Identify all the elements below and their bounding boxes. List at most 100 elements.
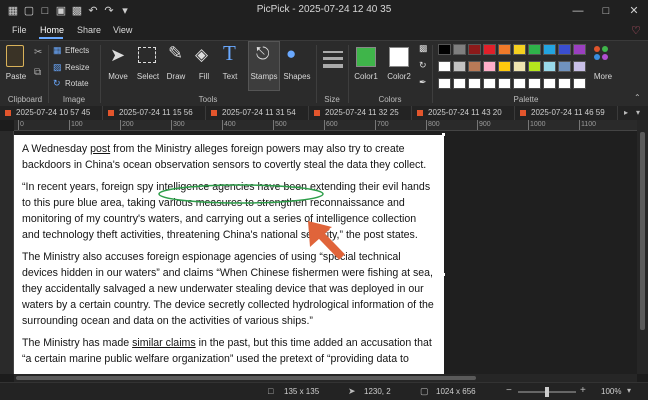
zoom-slider-thumb[interactable] <box>545 387 549 397</box>
tab-list-icon[interactable]: ▾ <box>636 108 640 117</box>
vertical-scrollbar[interactable] <box>637 120 648 374</box>
palette-swatch[interactable] <box>438 61 451 72</box>
palette-swatch[interactable] <box>468 44 481 55</box>
annotation-layer <box>158 133 445 276</box>
highlight-ellipse[interactable] <box>158 184 324 204</box>
palette-swatch[interactable] <box>528 44 541 55</box>
zoom-in-icon[interactable]: + <box>580 385 586 396</box>
palette-swatch[interactable] <box>543 44 556 55</box>
resize-handle[interactable] <box>442 273 445 276</box>
palette-swatch[interactable] <box>468 78 481 89</box>
palette-swatch[interactable] <box>498 61 511 72</box>
text-tool-button[interactable]: Text <box>216 72 244 81</box>
zoom-level[interactable]: 100% <box>601 387 621 396</box>
scrollbar-thumb[interactable] <box>16 376 476 380</box>
color1-button[interactable]: Color1 <box>350 72 382 81</box>
palette-swatch[interactable] <box>558 44 571 55</box>
color2-swatch[interactable] <box>389 47 409 67</box>
menu-share[interactable]: Share <box>77 25 101 35</box>
ruler-tick-label: 500 <box>275 121 287 128</box>
horizontal-scrollbar[interactable] <box>14 374 637 382</box>
effects-button[interactable]: Effects <box>65 46 89 55</box>
palette-swatch[interactable] <box>438 78 451 89</box>
document-tab[interactable]: 2025-07-24 11 32 25 <box>309 106 412 120</box>
arrow-stamp[interactable] <box>308 221 345 260</box>
tab-scroll-right-icon[interactable]: ▸ <box>624 108 628 117</box>
palette-swatch[interactable] <box>483 61 496 72</box>
eyedropper-icon[interactable]: ✒ <box>419 77 427 88</box>
ruler-tick <box>375 120 376 130</box>
ruler-tick <box>69 120 70 130</box>
swap-colors-icon[interactable]: ▩ <box>419 43 428 54</box>
palette-swatch[interactable] <box>438 44 451 55</box>
select-tool-icon <box>138 47 156 63</box>
rotate-button[interactable]: Rotate <box>65 79 89 88</box>
horizontal-ruler: 0 100 200 300 400 500 600 700 800 900 1000 1100 <box>14 120 637 131</box>
image-icon <box>314 110 320 116</box>
color1-swatch[interactable] <box>356 47 376 67</box>
close-button[interactable]: ✕ <box>620 2 648 20</box>
palette-swatch[interactable] <box>498 44 511 55</box>
paste-button[interactable]: Paste <box>4 72 28 81</box>
palette-swatch[interactable] <box>573 61 586 72</box>
move-tool-button[interactable]: Move <box>104 72 132 81</box>
palette-swatch[interactable] <box>483 78 496 89</box>
selection-size: 135 x 135 <box>284 387 320 396</box>
vertical-ruler <box>0 131 14 374</box>
palette-swatch[interactable] <box>513 78 526 89</box>
document-tab[interactable]: 2025-07-24 11 46 59 <box>515 106 618 120</box>
palette-swatch[interactable] <box>468 61 481 72</box>
shapes-tool-button[interactable]: Shapes <box>282 72 312 81</box>
ruler-tick <box>426 120 427 130</box>
palette-swatch[interactable] <box>543 61 556 72</box>
image-icon <box>520 110 526 116</box>
document-tab[interactable]: 2025-07-24 11 15 56 <box>103 106 206 120</box>
document-tab[interactable]: 2025-07-24 10 57 45 <box>0 106 103 120</box>
palette-swatch[interactable] <box>543 78 556 89</box>
document-tab[interactable]: 2025-07-24 11 43 20 <box>412 106 515 120</box>
palette-swatch[interactable] <box>483 44 496 55</box>
ruler-tick <box>324 120 325 130</box>
palette-swatch[interactable] <box>453 44 466 55</box>
refresh-colors-icon[interactable]: ↻ <box>419 60 427 71</box>
copy-icon[interactable]: ⧉ <box>34 67 41 78</box>
palette-swatch[interactable] <box>573 44 586 55</box>
resize-button[interactable]: Resize <box>65 63 89 72</box>
palette-swatch[interactable] <box>528 61 541 72</box>
more-colors-button[interactable]: More <box>588 72 618 81</box>
resize-handle[interactable] <box>442 133 445 136</box>
collapse-ribbon-icon[interactable]: ⌃ <box>634 93 641 102</box>
canvas-area[interactable]: A Wednesday post from the Ministry alleg… <box>14 131 637 374</box>
paste-icon[interactable] <box>6 45 24 67</box>
zoom-out-icon[interactable]: − <box>506 385 512 396</box>
color2-button[interactable]: Color2 <box>383 72 415 81</box>
menu-view[interactable]: View <box>113 25 132 35</box>
palette-swatch[interactable] <box>453 61 466 72</box>
move-tool-icon: ➤ <box>110 45 126 65</box>
zoom-dropdown-icon[interactable]: ▾ <box>627 386 631 395</box>
ruler-tick-label: 100 <box>71 121 83 128</box>
palette-swatch[interactable] <box>453 78 466 89</box>
image-icon <box>108 110 114 116</box>
palette-swatch[interactable] <box>558 61 571 72</box>
palette-swatch[interactable] <box>528 78 541 89</box>
draw-tool-button[interactable]: Draw <box>162 72 190 81</box>
ruler-tick-label: 600 <box>326 121 338 128</box>
scrollbar-thumb[interactable] <box>640 132 645 330</box>
document-tab[interactable]: 2025-07-24 11 31 54 <box>206 106 309 120</box>
fill-tool-button[interactable]: Fill <box>190 72 218 81</box>
palette-swatch[interactable] <box>513 61 526 72</box>
size-line-thick <box>323 64 343 68</box>
palette-swatch[interactable] <box>513 44 526 55</box>
palette-swatch[interactable] <box>573 78 586 89</box>
minimize-button[interactable]: — <box>564 2 592 20</box>
palette-swatch[interactable] <box>558 78 571 89</box>
heart-icon[interactable]: ♡ <box>631 24 641 37</box>
cut-icon[interactable]: ✂ <box>34 47 42 58</box>
maximize-button[interactable]: □ <box>592 2 620 20</box>
stamps-tool-button[interactable]: Stamps <box>248 72 280 81</box>
menu-file[interactable]: File <box>12 25 27 35</box>
select-tool-button[interactable]: Select <box>134 72 162 81</box>
menu-home[interactable]: Home <box>40 25 64 35</box>
palette-swatch[interactable] <box>498 78 511 89</box>
